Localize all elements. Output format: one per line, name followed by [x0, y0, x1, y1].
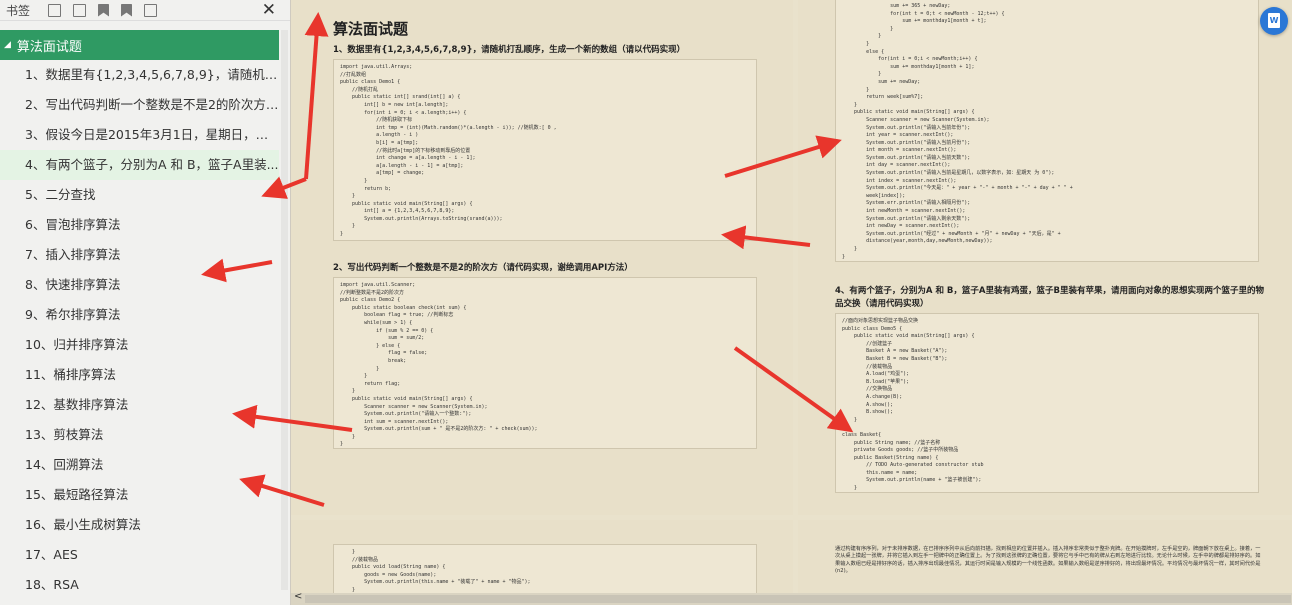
arrow-annotation — [724, 135, 842, 178]
arrow-annotation — [304, 12, 329, 180]
arrow-annotation — [261, 176, 307, 199]
arrow-annotation — [239, 474, 325, 507]
arrow-annotation — [733, 346, 854, 433]
arrow-annotation — [201, 258, 273, 283]
arrow-annotation — [721, 225, 811, 250]
arrow-annotation — [232, 404, 353, 432]
annotation-arrows — [201, 12, 854, 507]
